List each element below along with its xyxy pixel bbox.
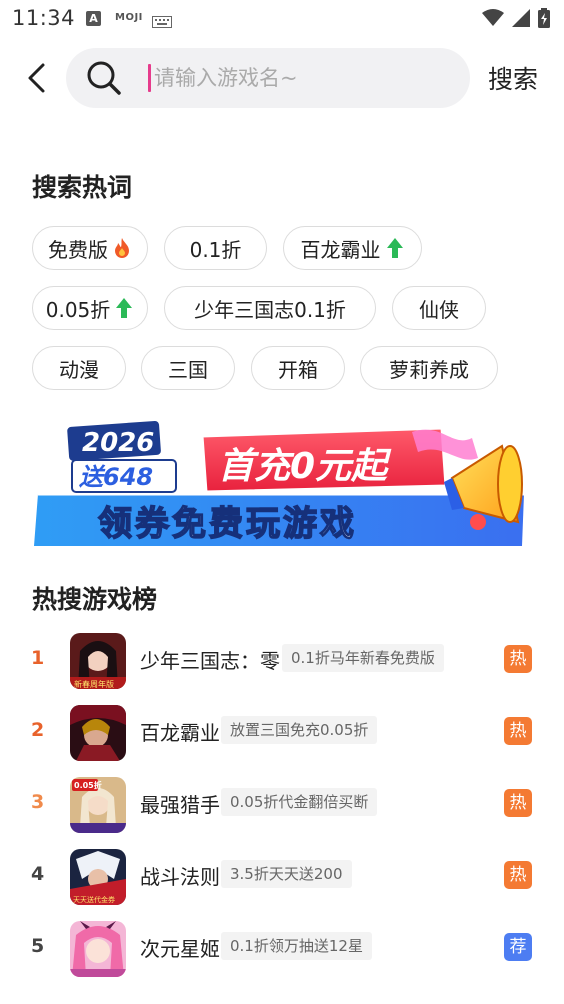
banner-gift: 送648 — [79, 463, 153, 491]
chip-label: 动漫 — [59, 357, 99, 382]
hot-word-chip[interactable]: 萝莉养成 — [360, 346, 498, 390]
game-name: 最强猎手 — [140, 793, 220, 817]
game-icon — [70, 921, 126, 977]
moji-notification-icon: MOJI — [115, 12, 143, 23]
search-button[interactable]: 搜索 — [488, 60, 538, 96]
ranking-title: 热搜游戏榜 — [32, 585, 158, 614]
promo-banner-art: 2026 送648 首充0元起 领券免费玩游戏 — [34, 420, 524, 546]
chip-label: 免费版 — [48, 237, 108, 262]
hot-word-chip[interactable]: 三国 — [141, 346, 235, 390]
game-icon: 天天送代金券 — [70, 849, 126, 905]
battery-icon — [538, 8, 550, 28]
banner-subline: 领券免费玩游戏 — [98, 504, 357, 544]
ranking-item[interactable]: 3 0.05折 最强猎手 0.05折代金翻倍买断 热 — [0, 773, 564, 837]
wifi-icon — [482, 9, 504, 26]
search-box[interactable] — [66, 48, 470, 108]
ranking-item[interactable]: 4 天天送代金券 战斗法则 3.5折天天送200 热 — [0, 845, 564, 909]
hot-badge: 热 — [504, 789, 532, 817]
promo-banner[interactable]: 2026 送648 首充0元起 领券免费玩游戏 — [32, 418, 530, 550]
recommend-badge: 荐 — [504, 933, 532, 961]
rank-number: 1 — [31, 647, 45, 669]
game-tag: 0.1折马年新春免费版 — [282, 644, 444, 672]
text-caret — [148, 64, 151, 92]
game-name: 次元星姬 — [140, 937, 220, 961]
keyboard-icon — [152, 13, 172, 32]
chevron-left-icon — [28, 63, 45, 93]
chip-label: 萝莉养成 — [389, 357, 469, 382]
game-icon: 新春周年版 — [70, 633, 126, 689]
game-name: 战斗法则 — [140, 865, 220, 889]
ranking-item[interactable]: 5 次元星姬 0.1折领万抽送12星 荐 — [0, 917, 564, 981]
chip-label: 仙侠 — [419, 297, 459, 322]
game-icon — [70, 705, 126, 761]
banner-year: 2026 — [82, 428, 154, 458]
back-button[interactable] — [18, 60, 54, 96]
search-icon — [87, 61, 121, 95]
arrow-up-icon — [116, 298, 133, 318]
hot-word-chip[interactable]: 动漫 — [32, 346, 126, 390]
chip-label: 0.05折 — [45, 297, 111, 322]
hot-badge: 热 — [504, 717, 532, 745]
hot-words-title: 搜索热词 — [32, 173, 133, 202]
chip-label: 0.1折 — [189, 237, 242, 262]
ranking-item[interactable]: 2 百龙霸业 放置三国免充0.05折 热 — [0, 701, 564, 765]
game-icon-text: 0.05折 — [74, 780, 102, 790]
ranking-item[interactable]: 1 新春周年版 少年三国志：零 0.1折马年新春免费版 热 — [0, 629, 564, 693]
rank-number: 4 — [31, 863, 45, 885]
fire-icon — [115, 238, 129, 258]
hot-word-chip[interactable]: 0.05折 — [32, 286, 148, 330]
game-name: 少年三国志：零 — [140, 649, 280, 673]
hot-word-chip[interactable]: 百龙霸业 — [283, 226, 422, 270]
hot-word-chip[interactable]: 开箱 — [251, 346, 345, 390]
game-icon-text: 新春周年版 — [74, 679, 114, 689]
game-tag: 0.1折领万抽送12星 — [221, 932, 372, 960]
search-input[interactable] — [154, 58, 454, 98]
game-icon: 0.05折 — [70, 777, 126, 833]
game-tag: 3.5折天天送200 — [221, 860, 352, 888]
hot-word-chip[interactable]: 免费版 — [32, 226, 148, 270]
game-tag: 0.05折代金翻倍买断 — [221, 788, 378, 816]
rank-number: 3 — [31, 791, 45, 813]
app-a-notification-icon: A — [86, 11, 101, 26]
rank-number: 5 — [31, 935, 45, 957]
status-time: 11:34 — [12, 6, 76, 30]
rank-number: 2 — [31, 719, 45, 741]
game-name: 百龙霸业 — [140, 721, 220, 745]
game-tag: 放置三国免充0.05折 — [221, 716, 378, 744]
game-icon-text: 天天送代金券 — [73, 895, 115, 904]
hot-badge: 热 — [504, 645, 532, 673]
status-icons — [482, 8, 550, 28]
hot-badge: 热 — [504, 861, 532, 889]
signal-icon — [512, 9, 530, 27]
banner-headline: 首充0元起 — [218, 446, 392, 487]
chip-label: 开箱 — [278, 357, 318, 382]
hot-word-chip[interactable]: 仙侠 — [392, 286, 486, 330]
chip-label: 三国 — [168, 357, 208, 382]
status-bar: 11:34 A MOJI — [0, 0, 564, 38]
hot-word-chip[interactable]: 0.1折 — [164, 226, 267, 270]
arrow-up-icon — [386, 238, 403, 258]
chip-label: 百龙霸业 — [300, 237, 381, 262]
hot-word-chip[interactable]: 少年三国志0.1折 — [164, 286, 376, 330]
chip-label: 少年三国志0.1折 — [194, 297, 346, 322]
